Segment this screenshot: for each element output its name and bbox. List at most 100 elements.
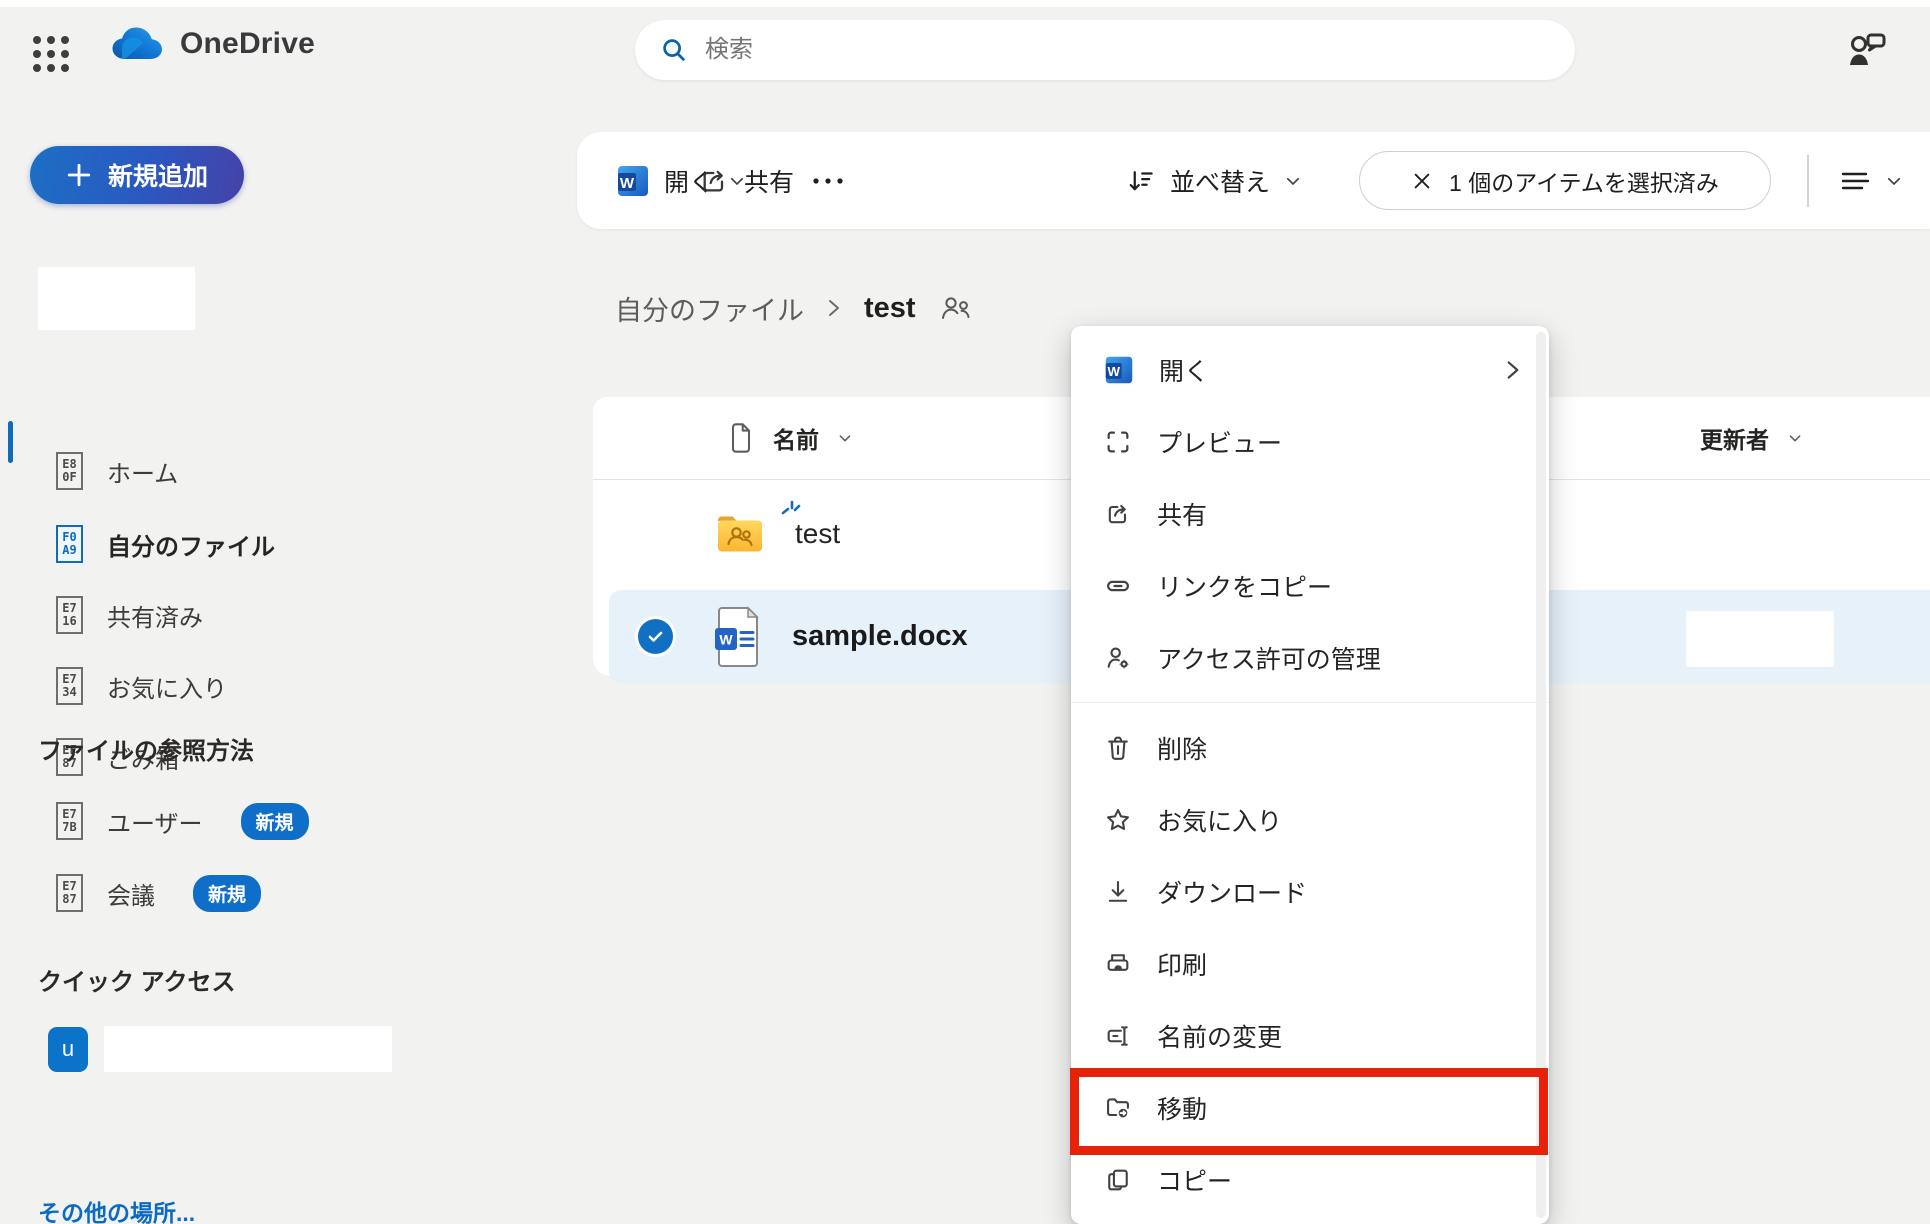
onedrive-app: OneDrive 新規追加 E80F ホーム xyxy=(0,0,1930,1224)
new-badge: 新規 xyxy=(193,875,261,912)
menu-item-preview[interactable]: プレビュー xyxy=(1071,406,1549,478)
add-new-button[interactable]: 新規追加 xyxy=(30,146,244,204)
menu-item-share[interactable]: 共有 xyxy=(1071,478,1549,550)
word-document-icon: W xyxy=(712,606,762,668)
menu-item-favorite[interactable]: お気に入り xyxy=(1071,784,1549,856)
menu-item-open[interactable]: W 開く xyxy=(1071,334,1549,406)
waffle-icon xyxy=(26,29,76,79)
word-app-icon: W xyxy=(616,164,650,198)
word-app-icon: W xyxy=(1104,355,1134,385)
person-feedback-icon xyxy=(1842,27,1890,75)
redacted-modified-by xyxy=(1686,611,1834,667)
link-icon xyxy=(1104,572,1132,600)
new-item-spark-icon xyxy=(779,499,805,521)
more-places-link[interactable]: その他の場所... xyxy=(38,1194,195,1224)
share-icon xyxy=(1104,500,1132,528)
breadcrumb-current-folder: test xyxy=(864,292,916,325)
sidebar-item-my-files[interactable]: F0A9 自分のファイル xyxy=(0,514,470,574)
context-menu: W 開く プレビュー 共有 リンクをコピー xyxy=(1071,326,1549,1224)
person-gear-icon xyxy=(1104,644,1132,672)
chevron-down-icon xyxy=(837,430,853,446)
chevron-down-icon xyxy=(1284,172,1302,190)
onedrive-cloud-icon xyxy=(108,25,164,63)
view-options-button[interactable] xyxy=(1835,132,1903,229)
quick-access-heading: クイック アクセス xyxy=(38,962,235,997)
submenu-chevron-icon xyxy=(1503,357,1523,383)
breadcrumb-my-files[interactable]: 自分のファイル xyxy=(615,289,804,328)
breadcrumb: 自分のファイル test xyxy=(615,283,974,333)
rename-icon xyxy=(1104,1022,1132,1050)
sidebar: 新規追加 E80F ホーム F0A9 自分のファイル E716 共有済み E73… xyxy=(0,102,480,1224)
sidebar-item-meetings[interactable]: E787 会議 新規 xyxy=(0,863,470,923)
favorites-icon: E734 xyxy=(56,667,83,705)
chevron-down-icon xyxy=(1787,430,1803,446)
svg-text:W: W xyxy=(1107,364,1120,379)
svg-text:W: W xyxy=(719,631,733,647)
redacted-profile-name xyxy=(38,267,195,330)
quick-access-item[interactable]: u xyxy=(48,1026,392,1072)
chevron-down-icon xyxy=(1885,172,1903,190)
file-name: sample.docx xyxy=(792,620,968,653)
selection-count-pill[interactable]: 1 個のアイテムを選択済み xyxy=(1359,151,1771,210)
clear-selection-icon xyxy=(1411,170,1433,192)
sidebar-item-favorites[interactable]: E734 お気に入り xyxy=(0,656,470,716)
column-header-modified-by[interactable]: 更新者 xyxy=(1700,421,1803,455)
breadcrumb-chevron-icon xyxy=(826,296,842,320)
menu-item-print[interactable]: 印刷 xyxy=(1071,928,1549,1000)
site-avatar: u xyxy=(48,1027,88,1072)
feedback-button[interactable] xyxy=(1842,25,1894,77)
top-bar: OneDrive xyxy=(0,7,1930,102)
menu-item-delete[interactable]: 削除 xyxy=(1071,712,1549,784)
meetings-icon: E787 xyxy=(56,874,83,912)
menu-item-copy-link[interactable]: リンクをコピー xyxy=(1071,550,1549,622)
home-icon: E80F xyxy=(56,452,83,490)
people-icon: E77B xyxy=(56,802,83,840)
sort-icon xyxy=(1126,166,1156,196)
search-icon xyxy=(659,35,689,65)
svg-text:W: W xyxy=(620,175,635,192)
menu-divider xyxy=(1071,702,1549,703)
move-folder-icon xyxy=(1104,1094,1132,1122)
view-list-icon xyxy=(1835,165,1871,197)
selected-check-icon[interactable] xyxy=(638,619,673,654)
menu-item-download[interactable]: ダウンロード xyxy=(1071,856,1549,928)
star-icon xyxy=(1104,806,1132,834)
new-badge: 新規 xyxy=(241,803,309,840)
search-input[interactable] xyxy=(705,36,1551,64)
more-ellipsis-icon xyxy=(809,165,847,197)
sidebar-item-people[interactable]: E77B ユーザー 新規 xyxy=(0,791,470,851)
menu-scrollbar[interactable] xyxy=(1536,332,1546,1218)
sort-button[interactable]: 並べ替え xyxy=(1126,132,1302,229)
printer-icon xyxy=(1104,950,1132,978)
shared-people-icon xyxy=(938,293,974,323)
search-bar[interactable] xyxy=(635,20,1575,80)
menu-item-rename[interactable]: 名前の変更 xyxy=(1071,1000,1549,1072)
onedrive-logo[interactable]: OneDrive xyxy=(108,25,315,63)
command-bar: W 開く 共有 並べ替え 1 個の xyxy=(577,132,1930,229)
top-strip xyxy=(0,0,1930,7)
toolbar-divider xyxy=(1807,155,1809,207)
copy-icon xyxy=(1104,1166,1132,1194)
menu-item-move[interactable]: 移動 xyxy=(1071,1072,1549,1144)
preview-icon xyxy=(1104,428,1132,456)
trash-icon xyxy=(1104,734,1132,762)
my-files-icon: F0A9 xyxy=(56,525,83,563)
document-icon xyxy=(727,422,755,454)
share-icon xyxy=(698,165,730,197)
menu-item-copy[interactable]: コピー xyxy=(1071,1144,1549,1216)
browse-files-heading: ファイルの参照方法 xyxy=(38,731,254,766)
column-header-name[interactable]: 名前 xyxy=(727,421,853,455)
sidebar-item-home[interactable]: E80F ホーム xyxy=(0,441,470,501)
shared-icon: E716 xyxy=(56,596,83,634)
share-button[interactable]: 共有 xyxy=(698,132,794,229)
more-commands-button[interactable] xyxy=(809,132,847,229)
app-title: OneDrive xyxy=(180,27,315,61)
download-icon xyxy=(1104,878,1132,906)
redacted-site-name xyxy=(104,1026,392,1072)
folder-name: test xyxy=(795,518,840,550)
menu-item-manage-access[interactable]: アクセス許可の管理 xyxy=(1071,622,1549,694)
shared-folder-icon xyxy=(715,513,765,555)
sidebar-item-shared[interactable]: E716 共有済み xyxy=(0,585,470,645)
plus-icon xyxy=(66,162,92,188)
app-launcher-button[interactable] xyxy=(26,27,80,81)
